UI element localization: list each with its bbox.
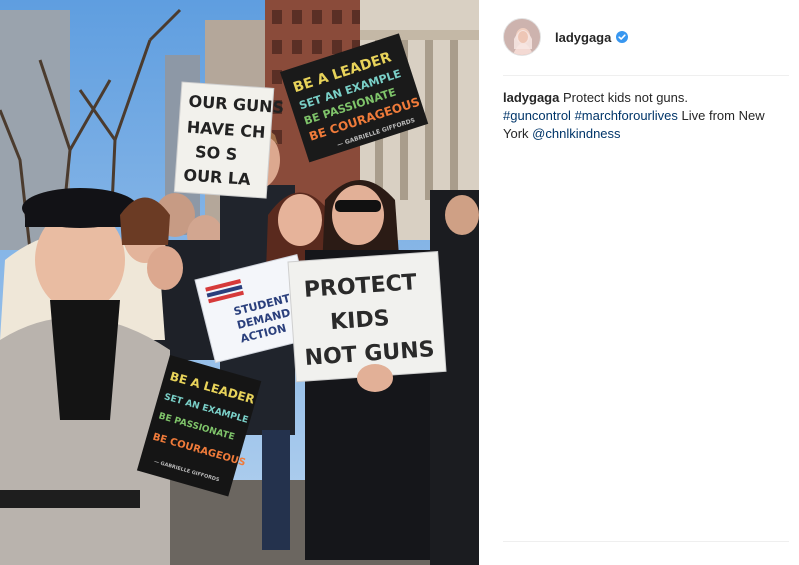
avatar-image: [504, 19, 540, 55]
coat-belt: [0, 490, 140, 508]
cornice: [360, 30, 479, 40]
sign-text: KIDS: [329, 306, 390, 335]
post-caption: ladygaga Protect kids not guns. #guncont…: [503, 89, 785, 143]
hand: [357, 364, 393, 392]
sign-protect-kids: PROTECT KIDS NOT GUNS: [287, 251, 447, 383]
post-header: ladygaga: [503, 16, 629, 58]
post-side-panel: ladygaga ladygaga Protect kids not guns.…: [479, 0, 799, 565]
person-face: [278, 194, 322, 246]
sign-text: SO S: [195, 142, 238, 164]
username[interactable]: ladygaga: [555, 30, 611, 45]
avatar[interactable]: [503, 18, 541, 56]
person-legs: [262, 430, 290, 550]
beret: [25, 205, 135, 227]
verified-badge-icon: [616, 31, 629, 43]
hashtag-marchforourlives[interactable]: #marchforourlives: [575, 108, 678, 123]
mention-chnlkindness[interactable]: @chnlkindness: [532, 126, 620, 141]
person-face: [147, 246, 183, 290]
caption-text: Protect kids not guns.: [562, 90, 688, 105]
divider: [503, 541, 789, 542]
hashtag-guncontrol[interactable]: #guncontrol: [503, 108, 571, 123]
divider: [503, 75, 789, 76]
instagram-post: OUR GUNS HAVE CH SO S OUR LA BE A LEADER…: [0, 0, 799, 565]
post-photo[interactable]: OUR GUNS HAVE CH SO S OUR LA BE A LEADER…: [0, 0, 479, 565]
photo-scene: OUR GUNS HAVE CH SO S OUR LA BE A LEADER…: [0, 0, 479, 565]
caption-username[interactable]: ladygaga: [503, 90, 559, 105]
scarf: [50, 300, 120, 420]
person-body: [430, 190, 479, 565]
person-face: [332, 185, 384, 245]
person-face: [445, 195, 479, 235]
sunglasses: [335, 200, 381, 212]
